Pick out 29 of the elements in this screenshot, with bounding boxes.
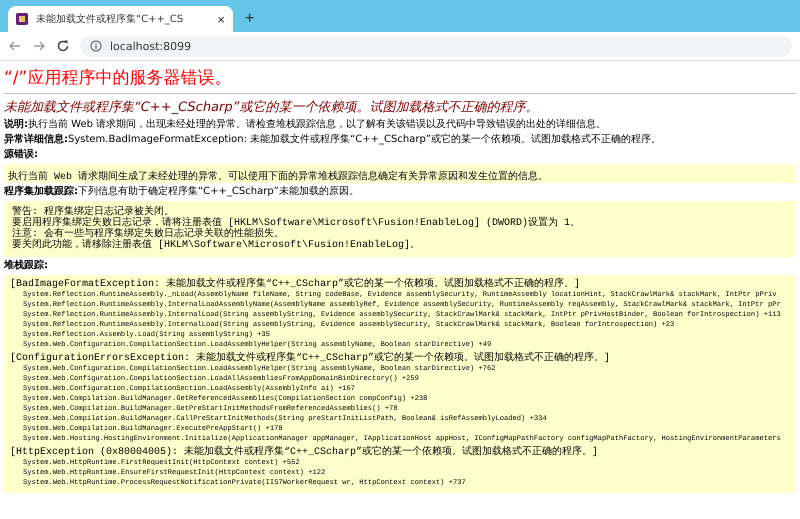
exception-header: [ConfigurationErrorsException: 未能加载文件或程序集“C++_CScharp”或它的某一个依赖项。试图加载格式不正确的程序。] — [10, 353, 612, 364]
tab-title: 未能加载文件或程序集“C++_CS — [36, 12, 184, 26]
exception-text: System.BadImageFormatException: 未能加载文件或程序集“C++_CScharp”或它的某一个依赖项。试图加载格式不正确的程序。 — [68, 134, 661, 145]
address-bar[interactable]: localhost:8099 — [80, 35, 792, 57]
trace-line: 要关闭此功能，请移除注册表值 [HKLM\Software\Microsoft\Fusion!EnableLog]。 — [12, 240, 422, 251]
trace-line: 注意: 会有一些与程序集绑定失败日志记录关联的性能损失。 — [12, 229, 284, 240]
stack-trace-label: 堆栈跟踪: — [4, 260, 48, 271]
source-error-label: 源错误: — [4, 149, 38, 160]
exception-label: 异常详细信息: — [4, 134, 68, 145]
assembly-trace-text: 下列信息有助于确定程序集“C++_CScharp”未能加载的原因。 — [78, 186, 359, 197]
url-text: localhost:8099 — [110, 40, 192, 52]
error-heading: “/”应用程序中的服务器错误。 — [4, 67, 232, 89]
description-label: 说明: — [4, 119, 28, 130]
app-icon — [16, 13, 28, 25]
back-icon[interactable] — [8, 39, 22, 53]
trace-line: 要启用程序集绑定失败日志记录，请将注册表值 [HKLM\Software\Microsoft\Fusion!EnableLog] (DWORD)设置为 1。 — [12, 218, 582, 229]
exception-header: [HttpException (0x80004005): 未能加载文件或程序集“C++_CScharp”或它的某一个依赖项。试图加载格式不正确的程序。] — [10, 447, 600, 458]
trace-line: 警告: 程序集绑定日志记录被关闭。 — [12, 207, 174, 218]
new-tab-button[interactable]: + — [239, 6, 260, 32]
reload-icon[interactable] — [56, 39, 70, 53]
info-icon — [90, 40, 102, 52]
close-tab-button[interactable]: × — [217, 12, 225, 26]
browser-tab[interactable]: 未能加载文件或程序集“C++_CS × — [8, 6, 233, 32]
assembly-trace-label: 程序集加载跟踪: — [4, 186, 78, 197]
source-error-text: 执行当前 Web 请求期间生成了未经处理的异常。可以使用下面的异常堆栈跟踪信息确定有关异常原因和发生位置的信息。 — [8, 172, 548, 183]
exception-header: [BadImageFormatException: 未能加载文件或程序集“C++_CScharp”或它的某一个依赖项。试图加载格式不正确的程序。] — [10, 279, 582, 290]
forward-icon[interactable] — [32, 39, 46, 53]
error-subheading: 未能加载文件或程序集“C++_CScharp”或它的某一个依赖项。试图加载格式不正确的程序。 — [4, 99, 540, 116]
description-text: 执行当前 Web 请求期间，出现未经处理的异常。请检查堆栈跟踪信息，以了解有关该错误以及代码中导致错误的出处的详细信息。 — [28, 119, 606, 130]
